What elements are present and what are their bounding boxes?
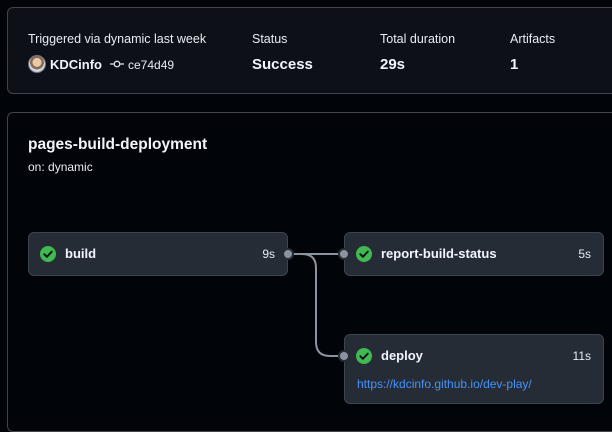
run-summary-panel: Triggered via dynamic last week KDCinfo … xyxy=(7,7,612,94)
job-deploy[interactable]: deploy 11s https://kdcinfo.github.io/dev… xyxy=(344,334,604,404)
workflow-title: pages-build-deployment xyxy=(28,136,208,153)
check-circle-fill-icon xyxy=(40,246,56,262)
job-name: report-build-status xyxy=(381,246,497,261)
trigger-label: Triggered via dynamic last week xyxy=(28,32,207,46)
deploy-url-link[interactable]: https://kdcinfo.github.io/dev-play/ xyxy=(357,377,532,391)
git-commit-icon xyxy=(110,60,124,68)
job-build[interactable]: build 9s xyxy=(28,232,288,276)
actor-link[interactable]: KDCinfo xyxy=(50,57,102,72)
job-duration: 11s xyxy=(572,349,591,363)
actor-avatar[interactable] xyxy=(28,55,46,73)
artifacts-value[interactable]: 1 xyxy=(510,56,518,73)
job-name: build xyxy=(65,246,97,261)
job-name: deploy xyxy=(381,348,423,363)
check-circle-fill-icon xyxy=(356,348,372,364)
workflow-trigger: on: dynamic xyxy=(28,160,93,174)
job-report-build-status[interactable]: report-build-status 5s xyxy=(344,232,604,276)
duration-label: Total duration xyxy=(380,32,456,46)
status-label: Status xyxy=(252,32,288,46)
duration-value: 29s xyxy=(380,56,406,73)
job-duration: 5s xyxy=(578,247,591,261)
job-duration: 9s xyxy=(262,247,275,261)
commit-sha-link[interactable]: ce74d49 xyxy=(128,58,174,72)
artifacts-label: Artifacts xyxy=(510,32,556,46)
status-value: Success xyxy=(252,56,313,73)
check-circle-fill-icon xyxy=(356,246,372,262)
